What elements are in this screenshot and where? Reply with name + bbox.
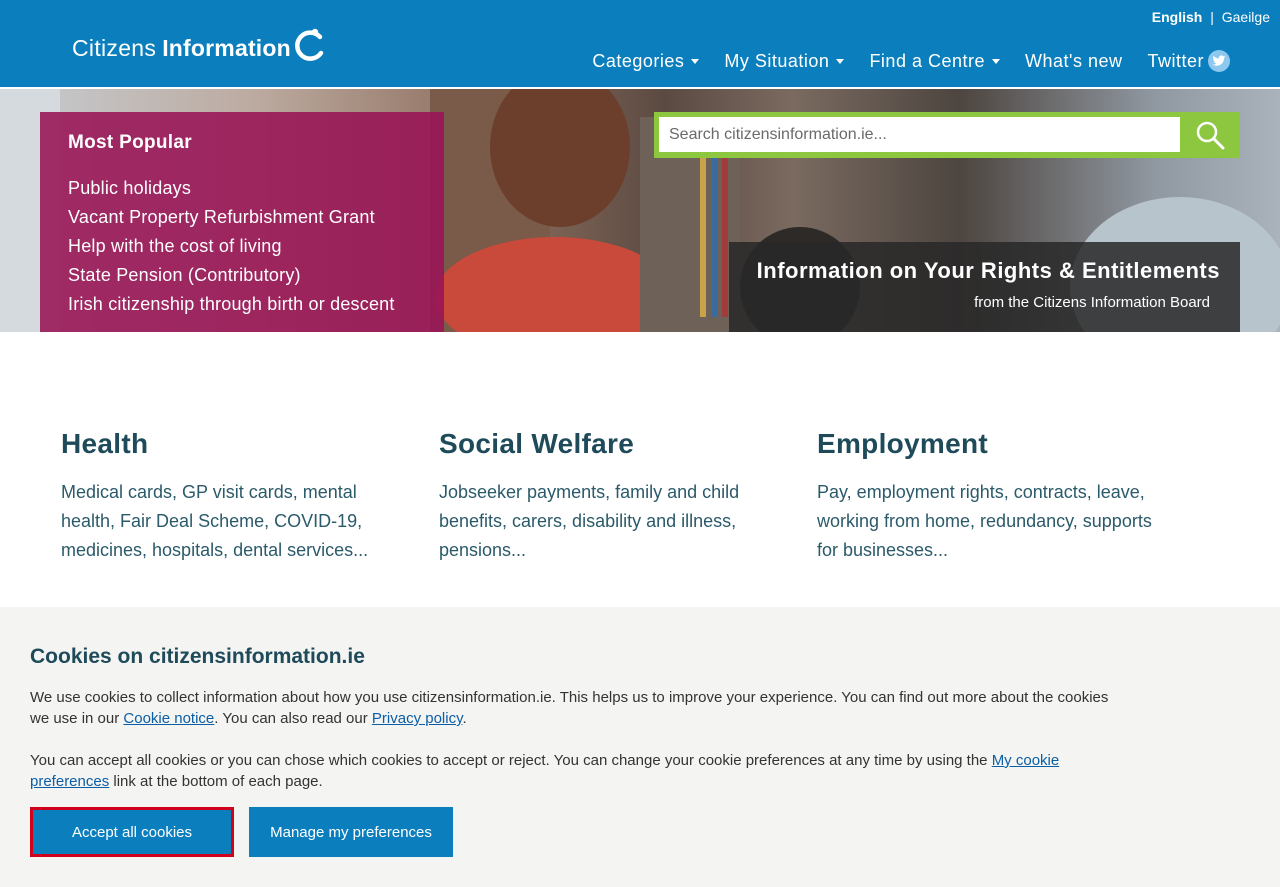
logo-text-bold: Information [162,34,291,61]
nav-find-a-centre[interactable]: Find a Centre [869,51,1000,72]
language-switcher: English | Gaeilge [1152,9,1270,25]
category-grid: Health Medical cards, GP visit cards, me… [61,428,1241,565]
popular-link-irish-citizenship[interactable]: Irish citizenship through birth or desce… [68,290,416,319]
nav-categories-label: Categories [592,50,685,71]
nav-twitter-label: Twitter [1147,50,1204,71]
hero-banner-subtitle: from the Citizens Information Board [974,294,1210,311]
logo-text-light: Citizens [72,34,157,61]
nav-my-situation-label: My Situation [724,50,830,71]
lang-separator: | [1210,9,1214,25]
site-header: English | Gaeilge Citizens Information C… [0,0,1280,87]
most-popular-title: Most Popular [68,132,192,153]
lang-english[interactable]: English [1152,9,1203,25]
main-nav: Categories My Situation Find a Centre Wh… [567,50,1230,72]
cookie-p2-text-before: You can accept all cookies or you can ch… [30,752,992,769]
cookie-consent-panel: Cookies on citizensinformation.ie We use… [0,607,1280,887]
privacy-policy-link[interactable]: Privacy policy [372,710,463,727]
hero-banner-title: Information on Your Rights & Entitlement… [756,258,1220,283]
cookie-paragraph-2: You can accept all cookies or you can ch… [30,750,1120,792]
popular-link-public-holidays[interactable]: Public holidays [68,174,416,203]
popular-link-vacant-property-grant[interactable]: Vacant Property Refurbishment Grant [68,203,416,232]
nav-find-a-centre-label: Find a Centre [869,50,985,71]
category-health-description: Medical cards, GP visit cards, mental he… [61,482,369,560]
most-popular-panel: Most Popular Public holidays Vacant Prop… [40,112,444,332]
search-icon [1196,121,1225,150]
cookie-p2-text-after: link at the bottom of each page. [109,773,323,790]
cookie-notice-link[interactable]: Cookie notice [123,710,214,727]
search-button[interactable] [1180,112,1240,158]
manage-preferences-button[interactable]: Manage my preferences [249,807,453,857]
caret-down-icon [992,59,1000,64]
category-social-welfare-title[interactable]: Social Welfare [439,428,777,460]
nav-my-situation[interactable]: My Situation [724,50,845,72]
caret-down-icon [836,59,845,64]
nav-categories[interactable]: Categories [592,50,700,72]
cookie-p1-text-after: . [462,710,467,727]
category-health-title[interactable]: Health [61,428,399,460]
cookie-paragraph-1: We use cookies to collect information ab… [30,687,1120,729]
search-input[interactable] [659,117,1180,152]
nav-whats-new-label: What's new [1025,50,1123,71]
caret-down-icon [691,59,700,64]
popular-link-cost-of-living[interactable]: Help with the cost of living [68,232,416,261]
category-employment-description: Pay, employment rights, contracts, leave… [817,482,1152,560]
nav-whats-new[interactable]: What's new [1025,51,1122,72]
popular-link-state-pension[interactable]: State Pension (Contributory) [68,261,416,290]
lang-gaeilge[interactable]: Gaeilge [1222,9,1270,25]
site-logo[interactable]: Citizens Information [72,28,327,62]
category-health[interactable]: Health Medical cards, GP visit cards, me… [61,428,439,565]
category-social-welfare-description: Jobseeker payments, family and child ben… [439,482,740,560]
search-bar [654,112,1240,158]
hero-banner: Information on Your Rights & Entitlement… [729,242,1240,332]
accept-all-cookies-button[interactable]: Accept all cookies [30,807,234,857]
category-employment[interactable]: Employment Pay, employment rights, contr… [817,428,1195,565]
logo-mark-icon [294,28,324,61]
nav-twitter[interactable]: Twitter [1147,50,1230,72]
cookie-title: Cookies on citizensinformation.ie [30,645,365,668]
twitter-bird-icon [1208,50,1230,72]
hero-top-divider [0,87,1280,89]
category-social-welfare[interactable]: Social Welfare Jobseeker payments, famil… [439,428,817,565]
most-popular-list: Public holidays Vacant Property Refurbis… [68,174,416,319]
cookie-buttons: Accept all cookies Manage my preferences [30,807,453,857]
cookie-p1-text-middle: . You can also read our [214,710,372,727]
category-employment-title[interactable]: Employment [817,428,1155,460]
